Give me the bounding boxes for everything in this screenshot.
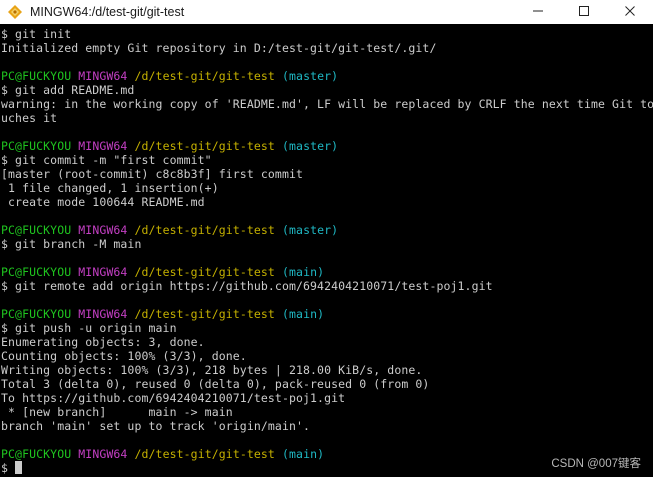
prompt-system: MINGW64 <box>78 139 128 153</box>
terminal-line: Total 3 (delta 0), reused 0 (delta 0), p… <box>1 377 430 391</box>
close-button[interactable] <box>607 0 653 24</box>
window-controls <box>515 0 653 24</box>
prompt-branch: (master) <box>282 223 339 237</box>
prompt-path: /d/test-git/git-test <box>134 307 275 321</box>
maximize-icon <box>578 5 590 20</box>
window-title: MINGW64:/d/test-git/git-test <box>30 5 185 19</box>
prompt-system: MINGW64 <box>78 307 128 321</box>
minimize-button[interactable] <box>515 0 561 24</box>
prompt-system: MINGW64 <box>78 223 128 237</box>
terminal-line: $ git remote add origin https://github.c… <box>1 279 493 293</box>
prompt-branch: (main) <box>282 265 325 279</box>
prompt-user: PC@FUCKYOU <box>1 265 72 279</box>
prompt-path: /d/test-git/git-test <box>134 223 275 237</box>
watermark: CSDN @007键客 <box>551 458 641 470</box>
terminal-line: branch 'main' set up to track 'origin/ma… <box>1 419 311 433</box>
terminal-line: 1 file changed, 1 insertion(+) <box>1 181 219 195</box>
prompt-system: MINGW64 <box>78 447 128 461</box>
terminal-line: Initialized empty Git repository in D:/t… <box>1 41 437 55</box>
minimize-icon <box>532 5 544 20</box>
input-prompt: $ <box>1 461 16 475</box>
title-bar[interactable]: MINGW64:/d/test-git/git-test <box>0 0 653 24</box>
prompt-path: /d/test-git/git-test <box>134 265 275 279</box>
terminal-output[interactable]: $ git init Initialized empty Git reposit… <box>0 27 653 477</box>
prompt-user: PC@FUCKYOU <box>1 69 72 83</box>
terminal-line: warning: in the working copy of 'README.… <box>1 97 653 111</box>
terminal-line: $ git branch -M main <box>1 237 142 251</box>
terminal-line: $ git commit -m "first commit" <box>1 153 212 167</box>
prompt-system: MINGW64 <box>78 69 128 83</box>
terminal-line: $ git add README.md <box>1 83 135 97</box>
terminal-line: Enumerating objects: 3, done. <box>1 335 205 349</box>
terminal-line: Counting objects: 100% (3/3), done. <box>1 349 247 363</box>
terminal-line: $ git push -u origin main <box>1 321 177 335</box>
prompt-branch: (master) <box>282 69 339 83</box>
terminal-line: $ git init <box>1 27 72 41</box>
prompt-line: PC@FUCKYOU MINGW64 /d/test-git/git-test … <box>0 139 653 153</box>
text-cursor <box>15 461 23 474</box>
prompt-system: MINGW64 <box>78 265 128 279</box>
prompt-user: PC@FUCKYOU <box>1 447 72 461</box>
terminal-line: Writing objects: 100% (3/3), 218 bytes |… <box>1 363 423 377</box>
prompt-branch: (master) <box>282 139 339 153</box>
prompt-path: /d/test-git/git-test <box>134 447 275 461</box>
prompt-user: PC@FUCKYOU <box>1 139 72 153</box>
terminal-line: uches it <box>1 111 58 125</box>
prompt-branch: (main) <box>282 447 325 461</box>
prompt-user: PC@FUCKYOU <box>1 223 72 237</box>
prompt-line: PC@FUCKYOU MINGW64 /d/test-git/git-test … <box>0 307 653 321</box>
prompt-branch: (main) <box>282 307 325 321</box>
prompt-line: PC@FUCKYOU MINGW64 /d/test-git/git-test … <box>0 223 653 237</box>
prompt-line: PC@FUCKYOU MINGW64 /d/test-git/git-test … <box>0 265 653 279</box>
terminal-line: [master (root-commit) c8c8b3f] first com… <box>1 167 304 181</box>
close-icon <box>624 5 636 20</box>
prompt-path: /d/test-git/git-test <box>134 139 275 153</box>
prompt-path: /d/test-git/git-test <box>134 69 275 83</box>
git-bash-icon <box>7 4 23 20</box>
terminal-line: * [new branch] main -> main <box>1 405 233 419</box>
maximize-button[interactable] <box>561 0 607 24</box>
terminal-line: create mode 100644 README.md <box>1 195 205 209</box>
terminal-line: To https://github.com/6942404210071/test… <box>1 391 346 405</box>
prompt-user: PC@FUCKYOU <box>1 307 72 321</box>
prompt-line: PC@FUCKYOU MINGW64 /d/test-git/git-test … <box>0 69 653 83</box>
terminal-window: MINGW64:/d/test-git/git-test $ git init … <box>0 0 653 477</box>
